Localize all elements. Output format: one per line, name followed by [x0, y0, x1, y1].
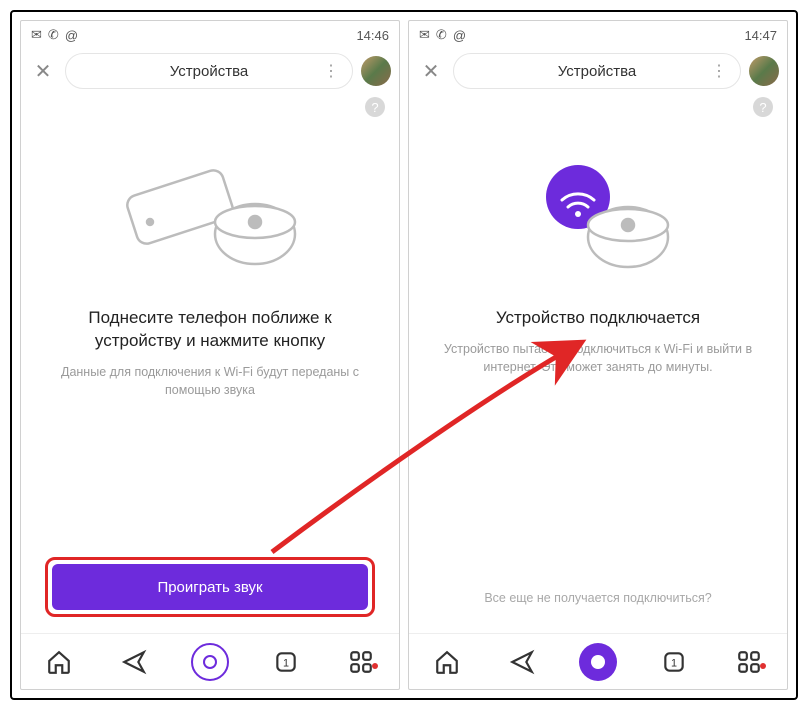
troubleshoot-link[interactable]: Все еще не получается подключиться?	[484, 591, 711, 605]
highlight-box: Проиграть звук	[45, 557, 375, 617]
nav-bar: ✕ Устройства ⋮	[409, 49, 787, 93]
mail-icon: ✉	[419, 27, 430, 43]
whatsapp-icon: ✆	[436, 27, 447, 43]
status-time: 14:46	[356, 28, 389, 43]
phone-row: ✉ ✆ @ 14:46 ✕ Устройства ⋮ ?	[12, 12, 796, 698]
avatar[interactable]	[749, 56, 779, 86]
page-title-pill[interactable]: Устройства ⋮	[65, 53, 353, 89]
alice-icon[interactable]	[190, 643, 230, 681]
mail-icon: ✉	[31, 27, 42, 43]
illustration-phone-speaker	[110, 147, 310, 287]
play-sound-button[interactable]: Проиграть звук	[52, 564, 368, 610]
home-icon[interactable]	[39, 649, 79, 675]
at-icon: @	[453, 28, 466, 43]
home-icon[interactable]	[427, 649, 467, 675]
phone-right: ✉ ✆ @ 14:47 ✕ Устройства ⋮ ?	[408, 20, 788, 690]
status-bar: ✉ ✆ @ 14:46	[21, 21, 399, 49]
more-icon[interactable]: ⋮	[323, 61, 340, 81]
notification-dot	[760, 663, 766, 669]
send-icon[interactable]	[114, 649, 154, 675]
close-button[interactable]: ✕	[417, 57, 445, 85]
bottom-nav: 1	[21, 633, 399, 689]
at-icon: @	[65, 28, 78, 43]
page-title: Устройства	[558, 63, 636, 80]
subtext: Устройство пытается подключиться к Wi-Fi…	[433, 340, 763, 376]
menu-icon[interactable]	[729, 649, 769, 675]
tabs-icon[interactable]: 1	[266, 649, 306, 675]
more-icon[interactable]: ⋮	[711, 61, 728, 81]
bottom-nav: 1	[409, 633, 787, 689]
whatsapp-icon: ✆	[48, 27, 59, 43]
page-title-pill[interactable]: Устройства ⋮	[453, 53, 741, 89]
status-bar: ✉ ✆ @ 14:47	[409, 21, 787, 49]
heading: Устройство подключается	[490, 307, 706, 330]
tabs-icon[interactable]: 1	[654, 649, 694, 675]
send-icon[interactable]	[502, 649, 542, 675]
page-title: Устройства	[170, 63, 248, 80]
subtext: Данные для подключения к Wi-Fi будут пер…	[45, 363, 375, 399]
nav-bar: ✕ Устройства ⋮	[21, 49, 399, 93]
illustration-wifi-speaker	[498, 147, 698, 287]
content-area: ? Поднесите телефон поб	[21, 93, 399, 633]
menu-icon[interactable]	[341, 649, 381, 675]
alice-icon[interactable]	[578, 643, 618, 681]
phone-left: ✉ ✆ @ 14:46 ✕ Устройства ⋮ ?	[20, 20, 400, 690]
heading: Поднесите телефон поближе к устройству и…	[45, 307, 375, 353]
outer-frame: ✉ ✆ @ 14:46 ✕ Устройства ⋮ ?	[10, 10, 798, 700]
help-icon[interactable]: ?	[753, 97, 773, 117]
notification-dot	[372, 663, 378, 669]
svg-text:1: 1	[283, 657, 289, 669]
svg-text:1: 1	[671, 657, 677, 669]
content-area: ?	[409, 93, 787, 633]
status-time: 14:47	[744, 28, 777, 43]
avatar[interactable]	[361, 56, 391, 86]
close-button[interactable]: ✕	[29, 57, 57, 85]
help-icon[interactable]: ?	[365, 97, 385, 117]
